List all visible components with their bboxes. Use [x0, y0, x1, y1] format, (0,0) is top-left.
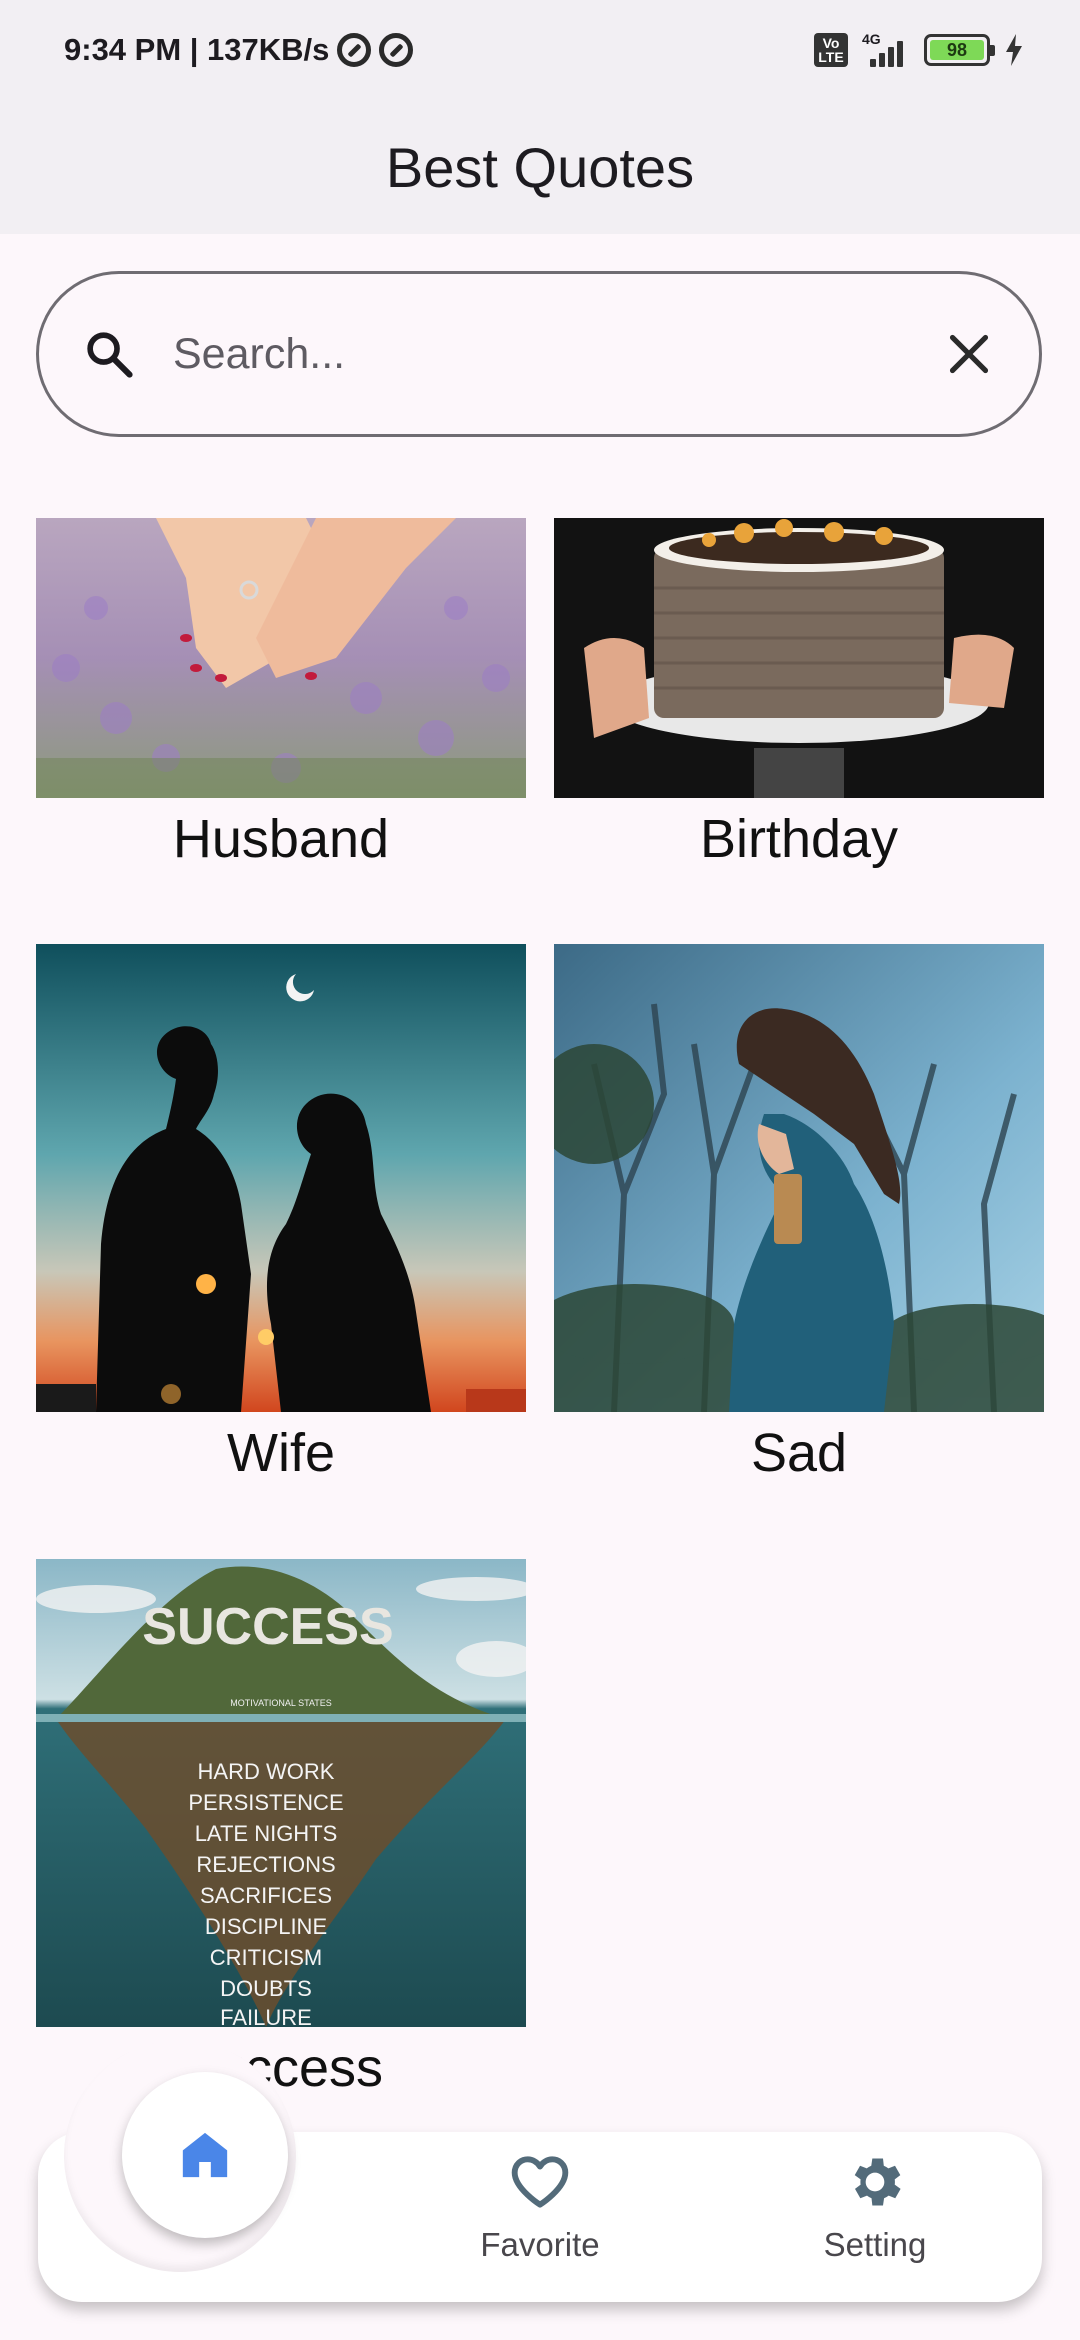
category-label: Husband: [172, 809, 390, 869]
home-icon: [182, 2132, 228, 2178]
category-card-husband[interactable]: Husband: [36, 518, 526, 870]
heart-icon: [511, 2156, 569, 2208]
category-label: Birthday: [699, 809, 899, 869]
birthday-image: [554, 518, 1044, 798]
wife-image: [36, 944, 526, 1412]
sad-image: [554, 944, 1044, 1412]
status-time-speed: 9:34 PM | 137KB/s: [64, 32, 330, 67]
app-bar: Best Quotes: [0, 100, 1080, 234]
battery-icon: 98: [924, 34, 995, 66]
charging-icon: [1006, 34, 1022, 66]
nav-setting-label: Setting: [823, 2226, 927, 2263]
status-bar-right: Vo LTE 4G 98: [814, 31, 1024, 67]
nav-setting-button[interactable]: Setting: [755, 2150, 995, 2290]
clear-search-icon[interactable]: [939, 324, 999, 384]
nav-home-button[interactable]: [122, 2072, 288, 2238]
category-card-birthday[interactable]: Birthday: [554, 518, 1044, 870]
signal-icon: 4G: [862, 31, 910, 67]
success-word: REJECTIONS: [196, 1852, 335, 1877]
gear-icon: [854, 2158, 901, 2206]
success-word: DOUBTS: [220, 1976, 312, 2001]
search-bar[interactable]: [36, 271, 1042, 437]
success-image: SUCCESS MOTIVATIONAL STATES HARD WORK PE…: [36, 1559, 526, 2027]
category-card-sad[interactable]: Sad: [554, 944, 1044, 1484]
nav-favorite-button[interactable]: Favorite: [420, 2150, 660, 2290]
data-saver-icon: [337, 33, 372, 67]
success-word: LATE NIGHTS: [195, 1821, 338, 1846]
battery-level: 98: [930, 40, 984, 60]
success-word: PERSISTENCE: [188, 1790, 343, 1815]
success-word: DISCIPLINE: [205, 1914, 327, 1939]
husband-image: [36, 518, 526, 798]
volte-icon: Vo LTE: [814, 33, 848, 67]
category-card-wife[interactable]: Wife: [36, 944, 526, 1484]
success-heading: SUCCESS: [142, 1598, 393, 1656]
success-word: SACRIFICES: [200, 1883, 332, 1908]
status-bar-left: 9:34 PM | 137KB/s: [64, 32, 414, 68]
category-card-success[interactable]: SUCCESS MOTIVATIONAL STATES HARD WORK PE…: [36, 1559, 526, 2099]
success-word: HARD WORK: [198, 1759, 335, 1784]
status-bar: 9:34 PM | 137KB/s Vo LTE 4G 98: [0, 0, 1080, 100]
search-input[interactable]: [173, 329, 939, 379]
category-label: Sad: [750, 1423, 848, 1483]
success-word: CRITICISM: [210, 1945, 322, 1970]
nav-favorite-label: Favorite: [480, 2226, 600, 2263]
page-title: Best Quotes: [385, 135, 695, 199]
success-subheading: MOTIVATIONAL STATES: [230, 1698, 332, 1708]
success-word: FAILURE: [220, 2005, 312, 2027]
category-label: Wife: [227, 1423, 335, 1483]
search-icon[interactable]: [79, 324, 139, 384]
data-saver-icon-2: [379, 33, 414, 67]
